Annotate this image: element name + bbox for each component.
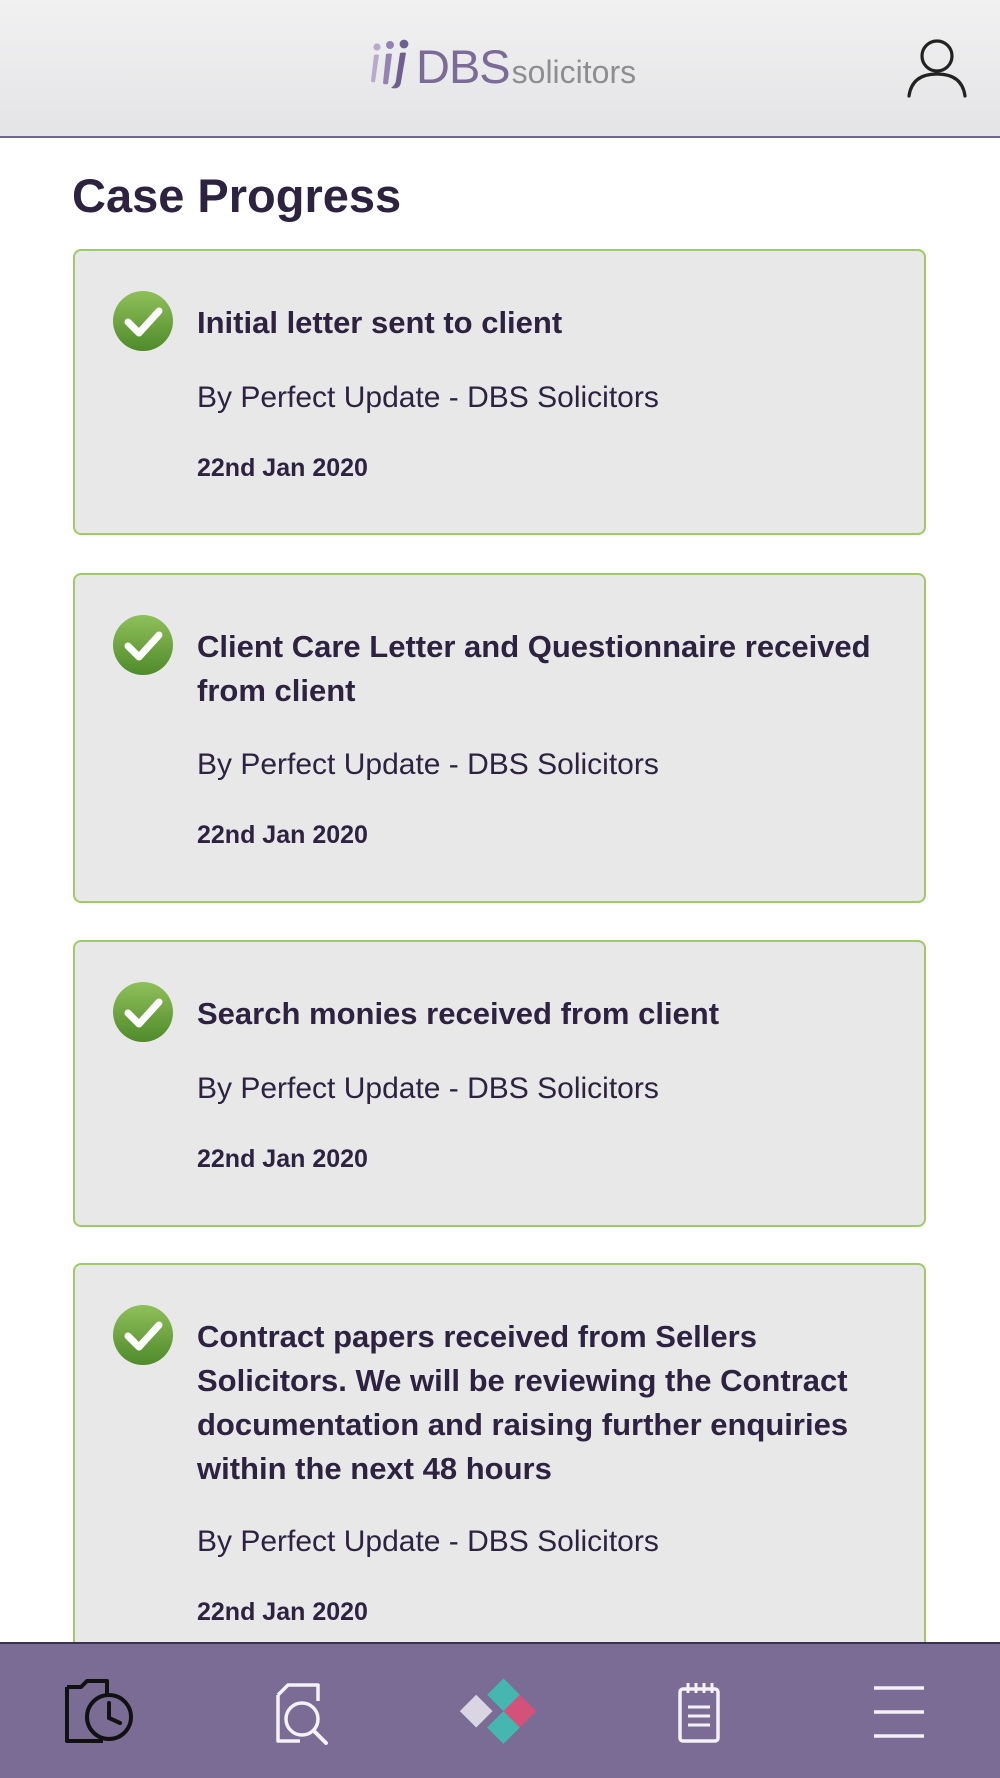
bottom-nav [0, 1642, 1000, 1778]
progress-card[interactable]: Initial letter sent to client By Perfect… [73, 249, 926, 535]
logo-text-sub: solicitors [511, 54, 637, 90]
case-history-icon [65, 1679, 133, 1743]
card-author: By Perfect Update - DBS Solicitors [197, 1072, 659, 1105]
brand-diamonds-icon [459, 1678, 537, 1744]
card-author: By Perfect Update - DBS Solicitors [197, 748, 659, 781]
card-author: By Perfect Update - DBS Solicitors [197, 381, 659, 414]
progress-card[interactable]: Client Care Letter and Questionnaire rec… [73, 573, 926, 903]
page-title: Case Progress [72, 169, 402, 222]
check-circle-icon [113, 1305, 173, 1365]
check-circle-icon [113, 291, 173, 351]
app-header: DBS solicitors [0, 0, 1000, 138]
check-circle-icon [113, 615, 173, 675]
nav-brand-home[interactable] [458, 1672, 538, 1752]
progress-card[interactable]: Contract papers received from Sellers So… [73, 1263, 926, 1683]
card-title: Client Care Letter and Questionnaire rec… [197, 629, 871, 708]
nav-case-history[interactable] [58, 1672, 138, 1752]
card-date: 22nd Jan 2020 [197, 1145, 368, 1173]
document-search-icon [276, 1683, 328, 1745]
card-title: Initial letter sent to client [197, 305, 563, 340]
nav-menu[interactable] [859, 1672, 939, 1752]
card-title: Contract papers received from Sellers So… [197, 1319, 849, 1486]
card-date: 22nd Jan 2020 [197, 454, 368, 482]
progress-card[interactable]: Search monies received from client By Pe… [73, 940, 926, 1227]
notepad-icon [678, 1683, 720, 1743]
card-date: 22nd Jan 2020 [197, 821, 368, 849]
card-title: Search monies received from client [197, 996, 720, 1031]
logo-text-main: DBS [416, 40, 511, 93]
logo-figures-icon [371, 39, 409, 89]
nav-notepad[interactable] [659, 1672, 739, 1752]
hamburger-menu-icon [874, 1686, 924, 1738]
dbs-logo[interactable]: DBS solicitors [368, 34, 636, 90]
nav-document-search[interactable] [259, 1672, 339, 1752]
card-author: By Perfect Update - DBS Solicitors [197, 1525, 659, 1558]
user-profile-icon[interactable] [904, 34, 970, 100]
card-date: 22nd Jan 2020 [197, 1598, 368, 1626]
check-circle-icon [113, 982, 173, 1042]
